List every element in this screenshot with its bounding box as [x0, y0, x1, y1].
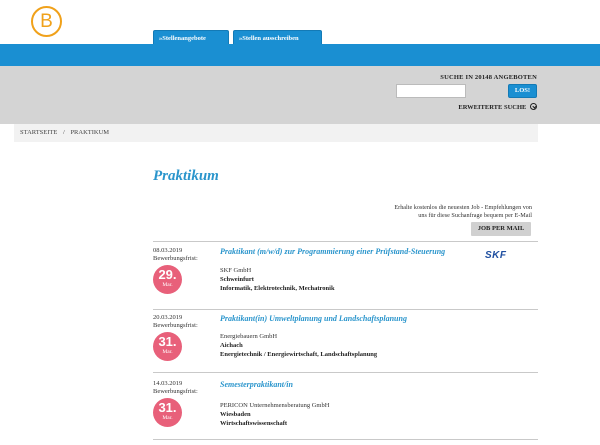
job-deadline-label: Bewerbungsfrist: [153, 388, 198, 395]
job-title-link[interactable]: Praktikant(in) Umweltplanung und Landsch… [220, 314, 407, 323]
chevron-circle-icon [530, 103, 537, 110]
job-city: Schweinfurt [220, 276, 254, 283]
job-title-link[interactable]: Semesterpraktikant/in [220, 380, 293, 389]
deadline-month: Mar. [162, 282, 173, 288]
breadcrumb-separator: / [63, 129, 65, 136]
page-title: Praktikum [153, 168, 219, 184]
job-listing[interactable]: 08.03.2019 Bewerbungsfrist: 29. Mar. Pra… [153, 247, 538, 303]
job-mail-description: Erhalte kostenlos die neuesten Job - Emp… [380, 204, 532, 220]
deadline-month: Mar. [162, 415, 173, 421]
company-logo: SKF [485, 250, 507, 261]
job-mail-text-line2: uns für diese Suchanfrage bequem per E-M… [418, 212, 532, 219]
deadline-badge: 31. Mar. [153, 332, 182, 361]
job-listing[interactable]: 14.03.2019 Bewerbungsfrist: 31. Mar. Sem… [153, 380, 538, 436]
search-input[interactable] [396, 84, 466, 98]
logo-letter: B [40, 11, 53, 32]
job-field: Energietechnik / Energiewirtschaft, Land… [220, 351, 378, 358]
deadline-day: 29. [158, 267, 177, 282]
job-per-mail-button[interactable]: JOB PER MAIL [471, 222, 531, 236]
job-city: Aichach [220, 342, 243, 349]
site-logo[interactable]: B [31, 6, 62, 37]
advanced-search-link[interactable]: ERWEITERTE SUCHE [440, 103, 537, 111]
job-date: 20.03.2019 [153, 314, 183, 321]
breadcrumb-home[interactable]: STARTSEITE [20, 129, 57, 136]
job-listing[interactable]: 20.03.2019 Bewerbungsfrist: 31. Mar. Pra… [153, 314, 538, 369]
search-button[interactable]: LOS! [508, 84, 537, 98]
job-field: Informatik, Elektrotechnik, Mechatronik [220, 285, 335, 292]
search-label: SUCHE IN 20148 ANGEBOTEN [440, 74, 537, 81]
breadcrumb: STARTSEITE / PRAKTIKUM [14, 124, 538, 142]
job-deadline-label: Bewerbungsfrist: [153, 255, 198, 262]
divider [153, 439, 538, 440]
job-mail-text-line1: Erhalte kostenlos die neuesten Job - Emp… [394, 204, 532, 211]
job-date: 08.03.2019 [153, 247, 183, 254]
divider [153, 372, 538, 373]
deadline-day: 31. [158, 400, 177, 415]
job-title-link[interactable]: Praktikant (m/w/d) zur Programmierung ei… [220, 247, 445, 256]
site-header: B »Stellenangebote »Stellen ausschreiben [0, 0, 600, 45]
advanced-search-label: ERWEITERTE SUCHE [458, 104, 527, 111]
divider [153, 241, 538, 242]
nav-band [0, 44, 600, 66]
tab-stellenangebote[interactable]: »Stellenangebote [153, 30, 229, 45]
tab-stellen-ausschreiben[interactable]: »Stellen ausschreiben [233, 30, 322, 45]
job-company: SKF GmbH [220, 267, 252, 274]
deadline-badge: 29. Mar. [153, 265, 182, 294]
deadline-badge: 31. Mar. [153, 398, 182, 427]
divider [153, 309, 538, 310]
job-company: PERICON Unternehmensberatung GmbH [220, 402, 330, 409]
deadline-month: Mar. [162, 349, 173, 355]
job-city: Wiesbaden [220, 411, 251, 418]
breadcrumb-current: PRAKTIKUM [70, 129, 110, 136]
job-date: 14.03.2019 [153, 380, 183, 387]
job-company: Energiebauern GmbH [220, 333, 278, 340]
job-deadline-label: Bewerbungsfrist: [153, 322, 198, 329]
job-field: Wirtschaftswissenschaft [220, 420, 288, 427]
deadline-day: 31. [158, 334, 177, 349]
